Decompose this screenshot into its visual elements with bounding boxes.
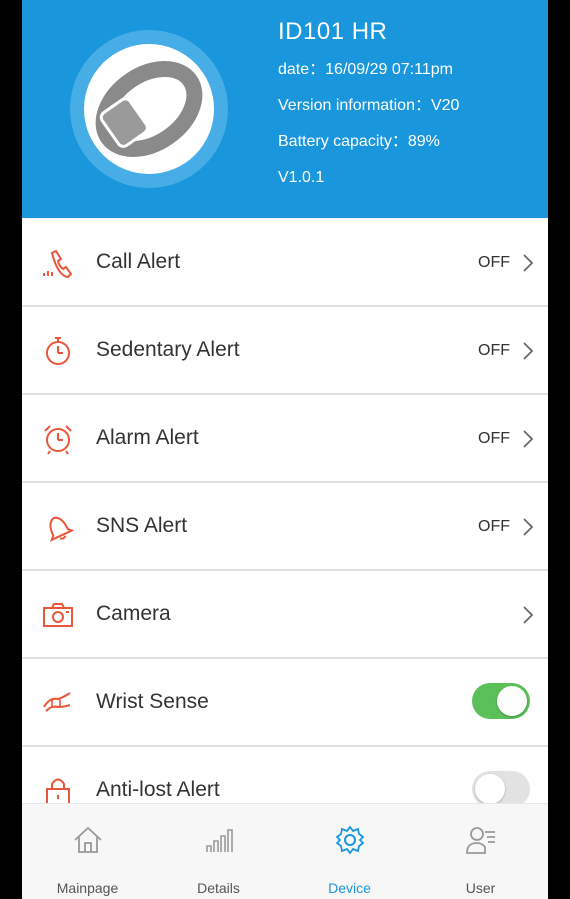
alarm-alert-row[interactable]: Alarm Alert OFF [22, 395, 548, 483]
device-avatar[interactable] [70, 30, 228, 188]
bar-chart-icon [205, 829, 233, 852]
user-list-icon [465, 827, 495, 854]
sns-alert-row[interactable]: SNS Alert OFF [22, 483, 548, 571]
chevron-right-icon [523, 430, 534, 448]
sedentary-alert-status: OFF [478, 342, 510, 359]
toggle-knob [475, 774, 505, 804]
sedentary-alert-row[interactable]: Sedentary Alert OFF [22, 307, 548, 395]
sync-date: date：16/09/29 07:11pm [278, 61, 453, 78]
chevron-right-icon [523, 342, 534, 360]
wrist-icon [43, 692, 71, 712]
wristband-icon [95, 61, 203, 157]
alarm-clock-icon [44, 425, 72, 455]
chevron-right-icon [523, 606, 534, 624]
anti-lost-alert-label: Anti-lost Alert [96, 778, 220, 801]
wrist-sense-label: Wrist Sense [96, 690, 209, 713]
wrist-sense-toggle[interactable] [472, 683, 530, 719]
device-header: ID101 HR date：16/09/29 07:11pm Version i… [22, 0, 548, 218]
tab-label: Device [328, 880, 371, 896]
bell-icon [49, 516, 74, 542]
camera-icon [43, 603, 73, 627]
tab-mainpage[interactable]: Mainpage [22, 804, 153, 899]
tab-label: Mainpage [56, 880, 119, 896]
tab-device[interactable]: Device [284, 804, 415, 899]
firmware-version: V1.0.1 [278, 169, 325, 186]
device-info: ID101 HR date：16/09/29 07:11pm Version i… [278, 18, 459, 204]
tab-label: User [465, 880, 496, 896]
bottom-tab-bar: Mainpage Details Device User [22, 803, 548, 899]
toggle-knob [497, 686, 527, 716]
wrist-sense-row: Wrist Sense [22, 659, 548, 747]
battery-capacity: Battery capacity：89% [278, 133, 440, 150]
call-alert-row[interactable]: Call Alert OFF [22, 219, 548, 307]
stopwatch-icon [46, 337, 70, 365]
gear-icon [335, 825, 364, 855]
tab-user[interactable]: User [415, 804, 546, 899]
sns-alert-label: SNS Alert [96, 514, 188, 537]
camera-label: Camera [96, 602, 171, 625]
device-name: ID101 HR [278, 18, 388, 45]
tab-details[interactable]: Details [153, 804, 284, 899]
home-icon [73, 826, 102, 853]
alarm-alert-status: OFF [478, 430, 510, 447]
camera-row[interactable]: Camera [22, 571, 548, 659]
version-info: Version information：V20 [278, 97, 460, 114]
phone-vibrate-icon [43, 249, 73, 279]
call-alert-status: OFF [478, 254, 510, 271]
chevron-right-icon [523, 254, 534, 272]
settings-list: Call Alert OFF Sedentary Alert OFF Alarm… [22, 219, 548, 835]
alarm-alert-label: Alarm Alert [96, 426, 199, 449]
tab-label: Details [197, 880, 240, 896]
sns-alert-status: OFF [478, 518, 510, 535]
device-screen: ID101 HR date：16/09/29 07:11pm Version i… [22, 0, 548, 899]
sedentary-alert-label: Sedentary Alert [96, 338, 240, 361]
chevron-right-icon [523, 518, 534, 536]
anti-lost-toggle[interactable] [472, 771, 530, 807]
call-alert-label: Call Alert [96, 250, 181, 273]
